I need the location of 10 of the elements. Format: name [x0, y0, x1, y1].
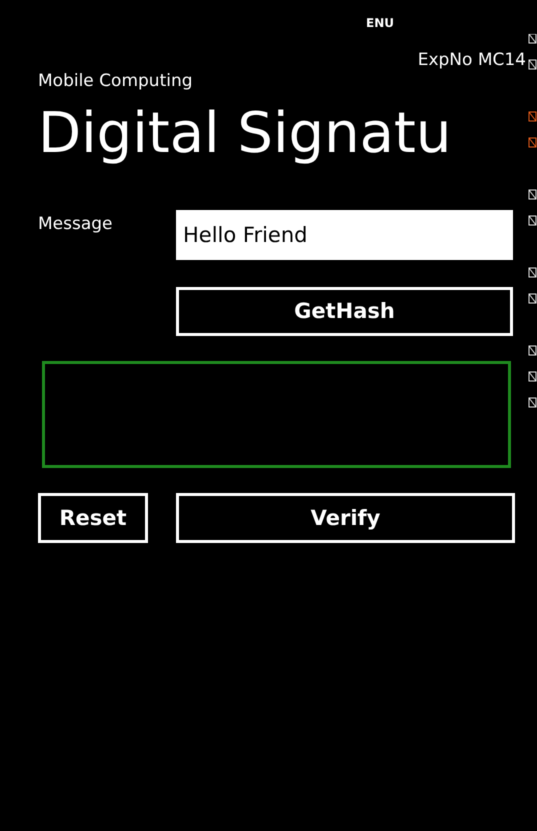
output-field[interactable]: [42, 361, 511, 468]
reset-button[interactable]: Reset: [38, 493, 148, 544]
app-title: Mobile Computing: [38, 71, 194, 92]
page-title: Digital Signatu: [38, 106, 452, 162]
verify-button[interactable]: Verify: [176, 493, 515, 544]
message-label: Message: [38, 213, 114, 236]
message-field[interactable]: Hello Friend: [176, 210, 513, 260]
language-indicator: ENU: [366, 15, 394, 32]
get-hash-button[interactable]: GetHash: [176, 287, 513, 336]
experiment-label: ExpNo MC14: [418, 52, 526, 69]
